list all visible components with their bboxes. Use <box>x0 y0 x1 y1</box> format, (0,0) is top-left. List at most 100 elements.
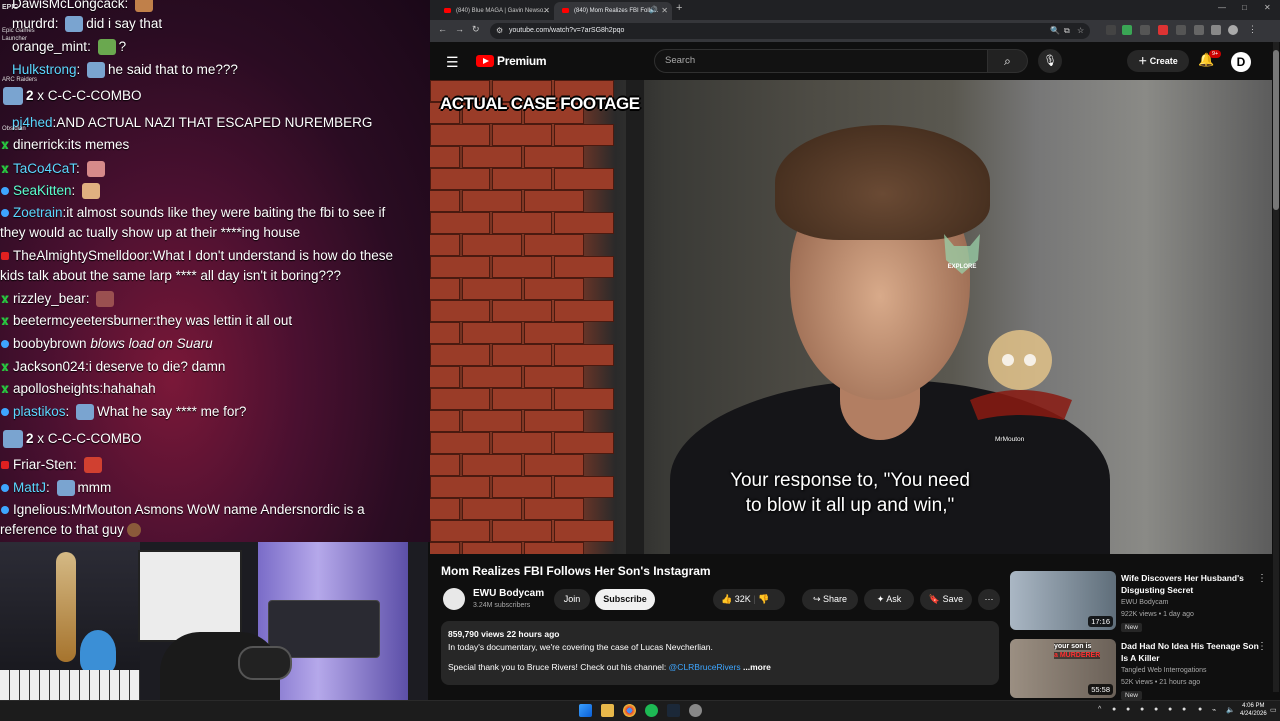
volume-icon[interactable]: 🔈 <box>1226 706 1235 714</box>
extension-icon[interactable] <box>1140 25 1150 35</box>
chat-username[interactable]: Zoetrain <box>13 205 63 220</box>
close-tab-icon[interactable]: ✕ <box>543 2 550 20</box>
recommended-title[interactable]: Dad Had No Idea His Teenage Son Is A Kil… <box>1121 640 1261 664</box>
chat-username[interactable]: TaCo4CaT <box>13 161 76 176</box>
extension-icon[interactable] <box>1106 25 1116 35</box>
file-explorer-icon[interactable] <box>601 704 614 717</box>
close-window-button[interactable]: ✕ <box>1264 3 1271 12</box>
subscribe-button[interactable]: Subscribe <box>595 589 655 610</box>
show-more-link[interactable]: ...more <box>743 662 771 672</box>
brick <box>524 234 584 256</box>
chat-username[interactable]: beetermcyeetersburner <box>13 313 153 328</box>
hamburger-menu-icon[interactable]: ☰ <box>446 54 459 71</box>
install-icon[interactable]: ⧉ <box>1064 26 1070 36</box>
recommended-title[interactable]: Wife Discovers Her Husband's Disgusting … <box>1121 572 1261 596</box>
zoom-icon[interactable]: 🔍 <box>1050 26 1060 35</box>
chat-username[interactable]: plastikos <box>13 404 66 419</box>
join-button[interactable]: Join <box>554 589 590 610</box>
search-button[interactable]: ⌕ <box>988 49 1028 73</box>
downloads-icon[interactable] <box>1194 25 1204 35</box>
omnibox[interactable]: ⚙ youtube.com/watch?v=7arSG8h2pqo 🔍 ⧉ ☆ <box>490 23 1090 39</box>
chat-username[interactable]: apollosheights <box>13 381 99 396</box>
create-button[interactable]: ＋ Create <box>1127 50 1189 72</box>
chat-username[interactable]: boobybrown <box>13 336 87 351</box>
chat-username[interactable]: SeaKitten <box>13 183 72 198</box>
tray-app-icon[interactable]: ● <box>1154 706 1158 713</box>
settings-gear-icon[interactable] <box>689 704 702 717</box>
chat-username[interactable]: Friar-Sten <box>13 457 73 472</box>
new-tab-button[interactable]: + <box>676 2 682 14</box>
notification-center-icon[interactable]: ▭ <box>1270 706 1277 714</box>
chrome-icon[interactable] <box>623 704 636 717</box>
more-vertical-icon[interactable]: ⋮ <box>1257 573 1267 584</box>
speaker-icon[interactable]: 🔊 <box>649 2 658 20</box>
start-windows-icon[interactable] <box>579 704 592 717</box>
mascot-icon <box>970 330 1072 420</box>
tray-app-icon[interactable]: ● <box>1112 706 1116 713</box>
tray-app-icon[interactable]: ● <box>1182 706 1186 713</box>
video-thumbnail[interactable]: your son is a MURDERER 55:58 <box>1010 639 1116 698</box>
tray-app-icon[interactable]: ● <box>1140 706 1144 713</box>
chat-text-continued: they would ac tually show up at their **… <box>0 225 301 240</box>
forward-icon[interactable]: → <box>455 24 464 34</box>
more-actions-button[interactable]: ⋯ <box>978 589 1000 610</box>
chat-username[interactable]: DawisMcLongcack <box>12 0 125 11</box>
tray-chevron-icon[interactable]: ^ <box>1098 706 1101 713</box>
description-box[interactable]: 859,790 views 22 hours ago In today's do… <box>441 621 999 685</box>
chat-username[interactable]: TheAlmightySmelldoor <box>13 248 149 263</box>
extension-icon[interactable] <box>1122 25 1132 35</box>
steam-icon[interactable] <box>667 704 680 717</box>
tray-app-icon[interactable]: ● <box>1126 706 1130 713</box>
site-info-icon[interactable]: ⚙ <box>496 26 503 35</box>
extension-icon[interactable] <box>1158 25 1168 35</box>
spotify-icon[interactable] <box>645 704 658 717</box>
tray-app-icon[interactable]: ● <box>1198 706 1202 713</box>
tab-mom-realizes[interactable]: (840) Mom Realizes FBI Follo... 🔊 ✕ <box>554 2 672 20</box>
profile-icon[interactable] <box>1228 25 1238 35</box>
channel-name[interactable]: EWU Bodycam <box>473 588 544 599</box>
menu-kebab-icon[interactable]: ⋮ <box>1248 24 1257 35</box>
voice-search-button[interactable]: 🎙 <box>1038 49 1062 73</box>
chat-text-continued: reference to that guy <box>0 522 124 537</box>
recommended-video[interactable]: 17:16 Wife Discovers Her Husband's Disgu… <box>1010 571 1272 637</box>
maximize-button[interactable]: □ <box>1242 3 1247 12</box>
search-input[interactable]: Search <box>654 49 988 73</box>
scrollbar-thumb[interactable] <box>1273 50 1279 210</box>
share-button[interactable]: ↪ Share <box>802 589 858 610</box>
chat-username[interactable]: MattJ <box>13 480 46 495</box>
video-thumbnail[interactable]: 17:16 <box>1010 571 1116 630</box>
youtube-brand[interactable]: Premium <box>497 54 547 68</box>
close-tab-icon[interactable]: ✕ <box>661 2 668 20</box>
back-icon[interactable]: ← <box>438 24 447 34</box>
channel-mention-link[interactable]: @CLRBruceRivers <box>669 662 741 672</box>
chat-username[interactable]: Jackson024 <box>13 359 85 374</box>
page-scrollbar[interactable] <box>1273 42 1279 692</box>
system-clock[interactable]: 4:06 PM 4/24/2026 <box>1240 702 1267 718</box>
recommended-channel[interactable]: EWU Bodycam <box>1121 599 1168 606</box>
thumbs-up-icon[interactable]: 👍 <box>721 594 732 604</box>
sidebar-icon[interactable] <box>1211 25 1221 35</box>
reload-icon[interactable]: ↻ <box>472 24 480 35</box>
channel-avatar[interactable] <box>443 588 465 610</box>
ask-button[interactable]: ✦ Ask <box>864 589 914 610</box>
tab-blue-maga[interactable]: (840) Blue MAGA | Gavin Newso... ✕ <box>436 2 554 20</box>
chat-username[interactable]: Ignelious <box>13 502 67 517</box>
chat-username[interactable]: rizzley_bear <box>13 291 86 306</box>
recommended-video[interactable]: your son is a MURDERER 55:58 Dad Had No … <box>1010 639 1272 700</box>
bookmark-star-icon[interactable]: ☆ <box>1077 26 1084 35</box>
thumbs-down-icon[interactable]: 👎 <box>758 594 769 604</box>
recommended-channel[interactable]: Tangled Web Interrogations <box>1121 667 1206 674</box>
account-avatar[interactable]: D <box>1231 52 1251 72</box>
video-player[interactable]: EXPLORE MrMouton ACTUAL CASE FOOTAGE You… <box>430 80 1272 554</box>
youtube-logo-icon[interactable] <box>476 55 494 67</box>
extensions-puzzle-icon[interactable] <box>1176 25 1186 35</box>
more-vertical-icon[interactable]: ⋮ <box>1257 641 1267 652</box>
network-icon[interactable]: ⌁ <box>1212 706 1216 714</box>
tray-app-icon[interactable]: ● <box>1168 706 1172 713</box>
like-count[interactable]: 32K <box>735 594 751 604</box>
save-button[interactable]: 🔖 Save <box>920 589 972 610</box>
chat-username[interactable]: dinerrick <box>13 137 64 152</box>
chat-username[interactable]: Hulkstrong <box>12 62 77 77</box>
minimize-button[interactable]: — <box>1218 3 1226 12</box>
url-text[interactable]: youtube.com/watch?v=7arSG8h2pqo <box>509 23 624 39</box>
